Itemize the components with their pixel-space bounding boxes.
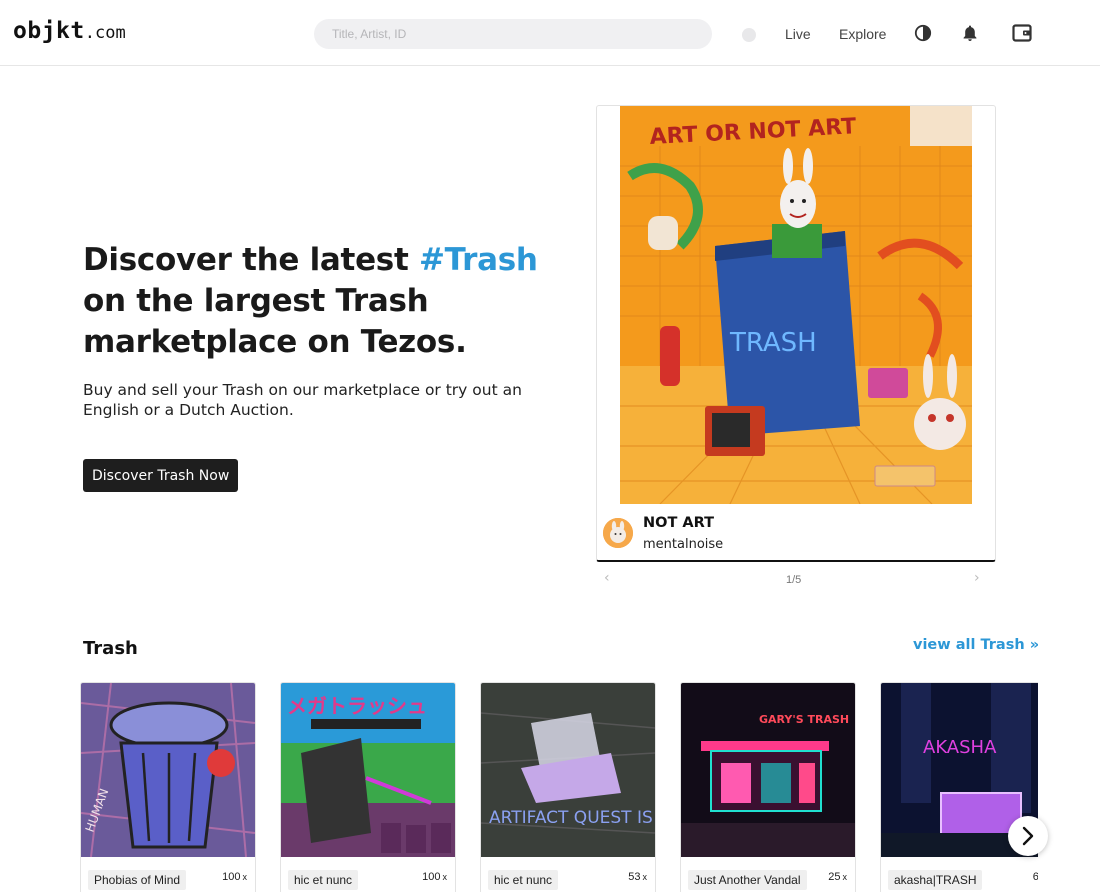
card-count-x: x [842,872,848,882]
featured-artist[interactable]: mentalnoise [643,537,723,552]
section-title: Trash [83,638,138,659]
top-header: objkt.com Live Explore [0,0,1100,66]
card-collection-name[interactable]: hic et nunc [288,870,359,890]
art-trash-text: TRASH [729,328,817,358]
collection-card[interactable]: メガトラッシュ hic et nunc 100 x [280,682,456,892]
card-count-x: x [242,872,248,882]
card-collection-name[interactable]: akasha|TRASH [888,870,983,890]
bell-icon[interactable] [959,22,981,44]
card-edition-count: 53 x [628,871,647,883]
collection-cards-row: HUMAN Phobias of Mind 100 x メガトラッシュ hic e… [80,682,1038,892]
card-art-text: AKASHA [923,737,997,758]
card-count-value: 100 [422,871,441,883]
nav-live-link[interactable]: Live [785,26,811,42]
site-logo[interactable]: objkt.com [13,18,126,44]
card-thumbnail[interactable]: ARTIFACT QUEST IS TRASH [481,683,655,857]
view-all-trash-link[interactable]: view all Trash » [913,637,1039,653]
hero-title-part1: Discover the latest [83,242,419,278]
card-collection-name[interactable]: hic et nunc [488,870,559,890]
card-count-value: 53 [628,871,641,883]
card-thumbnail[interactable]: HUMAN [81,683,255,857]
card-thumbnail[interactable]: メガトラッシュ [281,683,455,857]
card-collection-name[interactable]: Just Another Vandal [688,870,807,890]
nav-explore-link[interactable]: Explore [839,26,886,42]
carousel-prev-button[interactable]: ‹ [604,570,610,586]
card-edition-count: 100 x [422,871,447,883]
card-thumbnail[interactable]: GARY'S TRASH [681,683,855,857]
card-edition-count: 69 [1033,871,1038,883]
discover-trash-button[interactable]: Discover Trash Now [83,459,239,492]
hero-subtitle: Buy and sell your Trash on our marketpla… [83,381,522,419]
card-art-text: GARY'S TRASH [759,713,849,726]
cards-next-button[interactable] [1008,816,1048,856]
featured-title[interactable]: NOT ART [643,515,714,531]
card-collection-name[interactable]: Phobias of Mind [88,870,187,890]
card-count-x: x [642,872,648,882]
carousel-counter: 1/5 [786,574,802,586]
status-indicator [742,28,756,42]
card-count-value: 100 [222,871,241,883]
card-edition-count: 25 x [828,871,847,883]
featured-token-card[interactable]: ART OR NOT ART TRASH NOT ART mentalnoise [596,105,996,562]
logo-main-text: objkt [13,18,85,44]
hero-title-part2: on the largest Trash marketplace on Tezo… [83,283,467,360]
search-input[interactable] [314,19,712,49]
chevron-right-icon [1022,826,1034,846]
featured-artwork[interactable]: ART OR NOT ART TRASH [620,106,972,504]
theme-toggle-icon[interactable] [912,22,934,44]
collection-card[interactable]: ARTIFACT QUEST IS TRASH hic et nunc 53x [480,682,656,892]
collection-card[interactable]: AKASHA akasha|TRASH 69 [880,682,1038,892]
wallet-icon[interactable] [1011,22,1033,44]
card-count-value: 69 [1033,871,1038,883]
carousel-next-button[interactable]: › [974,570,980,586]
card-art-text: メガトラッシュ [287,694,427,718]
logo-suffix-text: .com [84,23,126,43]
collection-card[interactable]: GARY'S TRASH Just Another Vandal 25 x [680,682,856,892]
card-count-x: x [442,872,448,882]
card-edition-count: 100 x [222,871,247,883]
collection-card[interactable]: HUMAN Phobias of Mind 100 x [80,682,256,892]
card-count-value: 25 [828,871,841,883]
hero-title: Discover the latest #Trash on the larges… [83,240,563,363]
artist-avatar[interactable] [603,518,633,548]
card-art-text: ARTIFACT QUEST IS TRASH [489,808,655,828]
hero-title-accent: #Trash [418,242,538,278]
